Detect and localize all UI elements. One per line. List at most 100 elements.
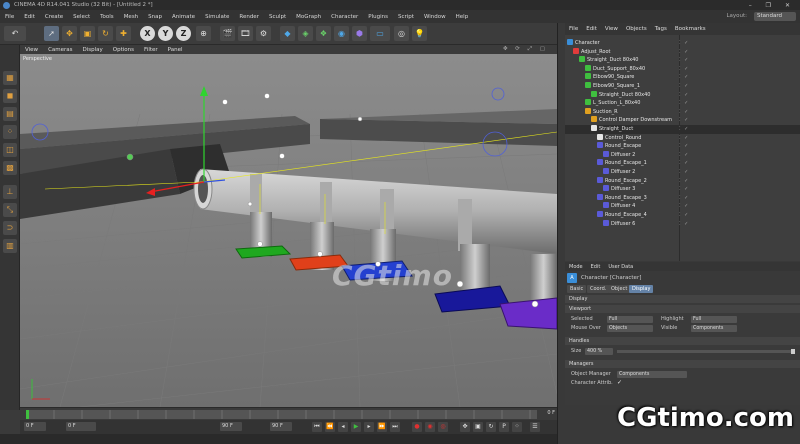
visibility-flags-icon[interactable]: ⁚ ✓ — [679, 108, 689, 117]
object-tree-row[interactable]: Duct_Support_80x40 ⁚ ✓ — [565, 64, 800, 74]
next-frame-icon[interactable]: ▸ — [364, 422, 374, 432]
render-picture-viewer-icon[interactable]: 🎞 — [238, 26, 253, 41]
undo-button[interactable]: ↶ — [4, 26, 26, 41]
visibility-flags-icon[interactable]: ⁚ ✓ — [679, 134, 689, 143]
object-tree-row[interactable]: Elbow90_Square_1 ⁚ ✓ — [565, 82, 800, 91]
visibility-flags-icon[interactable]: ⁚ ✓ — [679, 125, 689, 134]
record-rotation-icon[interactable]: ↻ — [486, 422, 496, 432]
record-active-icon[interactable]: ● — [412, 422, 422, 432]
texture-mode-icon[interactable]: ▤ — [3, 107, 17, 121]
size-field[interactable]: 400 % — [585, 348, 613, 355]
workplane-icon[interactable]: ▥ — [3, 239, 17, 253]
current-frame-field[interactable]: 0 F — [66, 422, 96, 431]
scene-floor-icon[interactable]: ▭ — [370, 26, 390, 41]
previous-frame-icon[interactable]: ◂ — [338, 422, 348, 432]
playhead[interactable] — [26, 410, 29, 419]
timeline-track[interactable] — [25, 410, 537, 419]
visibility-flags-icon[interactable]: ⁚ ✓ — [679, 91, 689, 100]
visibility-flags-icon[interactable]: ⁚ ✓ — [679, 142, 689, 151]
visibility-flags-icon[interactable]: ⁚ ✓ — [679, 116, 689, 125]
section-handles[interactable]: Handles — [565, 337, 800, 345]
keyframe-selection-icon[interactable]: ◎ — [438, 422, 448, 432]
visibility-flags-icon[interactable]: ⁚ ✓ — [679, 73, 689, 82]
rotate-tool-icon[interactable]: ↻ — [98, 26, 113, 41]
object-tree-row[interactable]: Diffuser 3 ⁚ ✓ — [565, 185, 800, 194]
object-tree-row[interactable]: Character ⁚ ✓ — [565, 39, 800, 48]
tab-coord[interactable]: Coord. — [587, 285, 610, 293]
scale-tool-icon[interactable]: ▣ — [80, 26, 95, 41]
visibility-flags-icon[interactable]: ⁚ ✓ — [679, 56, 689, 65]
object-tree-row[interactable]: Diffuser 2 ⁚ ✓ — [565, 150, 800, 160]
object-tree-row[interactable]: Round_Escape ⁚ ✓ — [565, 142, 800, 151]
viewport-menu-filter[interactable]: Filter — [139, 47, 163, 53]
om-menu-view[interactable]: View — [601, 26, 622, 32]
visibility-flags-icon[interactable]: ⁚ ✓ — [679, 82, 689, 91]
visibility-flags-icon[interactable]: ⁚ ✓ — [679, 65, 689, 74]
section-managers[interactable]: Managers — [565, 360, 800, 368]
play-icon[interactable]: ▶ — [351, 422, 361, 432]
light-icon[interactable]: 💡 — [412, 26, 427, 41]
x-axis-lock-button[interactable]: X — [140, 26, 155, 41]
timeline-ruler[interactable]: 0 F — [20, 407, 557, 420]
move-tool-icon[interactable]: ✥ — [62, 26, 77, 41]
visibility-flags-icon[interactable]: ⁚ ✓ — [679, 202, 689, 211]
size-slider[interactable] — [617, 349, 795, 354]
object-tree-row[interactable]: Straight_Duct 80x40 ⁚ ✓ — [565, 56, 800, 65]
make-editable-icon[interactable]: ▦ — [3, 71, 17, 85]
3d-viewport[interactable]: Perspective CGtimo — [20, 54, 557, 407]
object-tree-row[interactable]: Control_Round ⁚ ✓ — [565, 133, 800, 143]
highlight-dropdown[interactable]: Full — [691, 316, 737, 323]
subdivision-icon[interactable]: ◈ — [298, 26, 313, 41]
om-menu-objects[interactable]: Objects — [622, 26, 651, 32]
size-slider-handle[interactable] — [791, 349, 795, 354]
om-menu-edit[interactable]: Edit — [582, 26, 601, 32]
object-tree-row[interactable]: Suction_R ⁚ ✓ — [565, 107, 800, 117]
object-tree-row[interactable]: Round_Escape_3 ⁚ ✓ — [565, 193, 800, 203]
visibility-flags-icon[interactable]: ⁚ ✓ — [679, 159, 689, 168]
polygons-mode-icon[interactable]: ▩ — [3, 161, 17, 175]
viewport-menu-display[interactable]: Display — [78, 47, 108, 53]
autokey-icon[interactable]: ◉ — [425, 422, 435, 432]
record-position-icon[interactable]: ✥ — [460, 422, 470, 432]
end-frame-field[interactable]: 90 F — [220, 422, 242, 431]
points-mode-icon[interactable]: ⁘ — [3, 125, 17, 139]
object-manager-dropdown[interactable]: Components — [617, 371, 687, 378]
visibility-flags-icon[interactable]: ⁚ ✓ — [679, 194, 689, 203]
am-menu-edit[interactable]: Edit — [587, 264, 605, 270]
record-scale-icon[interactable]: ▣ — [473, 422, 483, 432]
viewport-menu-options[interactable]: Options — [108, 47, 139, 53]
tab-object[interactable]: Object — [608, 285, 631, 293]
record-parameter-icon[interactable]: P — [499, 422, 509, 432]
visibility-flags-icon[interactable]: ⁚ ✓ — [679, 151, 689, 160]
tab-display[interactable]: Display — [629, 285, 654, 293]
live-selection-icon[interactable]: ➚ — [44, 26, 59, 41]
object-tree-row[interactable]: Straight_Duct ⁚ ✓ — [565, 125, 800, 134]
visibility-flags-icon[interactable]: ⁚ ✓ — [679, 177, 689, 186]
go-to-start-icon[interactable]: ⏮ — [312, 422, 322, 432]
snap-icon[interactable]: ⊃ — [3, 221, 17, 235]
mouse-over-dropdown[interactable]: Objects — [607, 325, 653, 332]
tweak-mode-icon[interactable]: ⤡ — [3, 203, 17, 217]
axis-mode-icon[interactable]: ⊥ — [3, 185, 17, 199]
section-viewport[interactable]: Viewport — [565, 305, 800, 313]
visible-dropdown[interactable]: Components — [691, 325, 737, 332]
object-tree-row[interactable]: Control Damper Downstream ⁚ ✓ — [565, 116, 800, 125]
object-tree-row[interactable]: Round_Escape_2 ⁚ ✓ — [565, 176, 800, 186]
record-pla-icon[interactable]: ⁘ — [512, 422, 522, 432]
edges-mode-icon[interactable]: ◫ — [3, 143, 17, 157]
y-axis-lock-button[interactable]: Y — [158, 26, 173, 41]
visibility-flags-icon[interactable]: ⁚ ✓ — [679, 39, 689, 48]
model-mode-icon[interactable]: ◼ — [3, 89, 17, 103]
next-key-icon[interactable]: ⏩ — [377, 422, 387, 432]
object-tree-row[interactable]: L_Suction_L_80x40 ⁚ ✓ — [565, 99, 800, 108]
cube-object-icon[interactable]: ◆ — [280, 26, 295, 41]
am-menu-mode[interactable]: Mode — [565, 264, 587, 270]
camera-icon[interactable]: ◎ — [394, 26, 409, 41]
visibility-flags-icon[interactable]: ⁚ ✓ — [679, 99, 689, 108]
layout-select[interactable]: Standard — [754, 12, 796, 21]
am-menu-user-data[interactable]: User Data — [604, 264, 637, 270]
object-tree-row[interactable]: Diffuser 2 ⁚ ✓ — [565, 168, 800, 177]
tab-basic[interactable]: Basic — [567, 285, 587, 293]
visibility-flags-icon[interactable]: ⁚ ✓ — [679, 220, 689, 229]
visibility-flags-icon[interactable]: ⁚ ✓ — [679, 48, 689, 57]
